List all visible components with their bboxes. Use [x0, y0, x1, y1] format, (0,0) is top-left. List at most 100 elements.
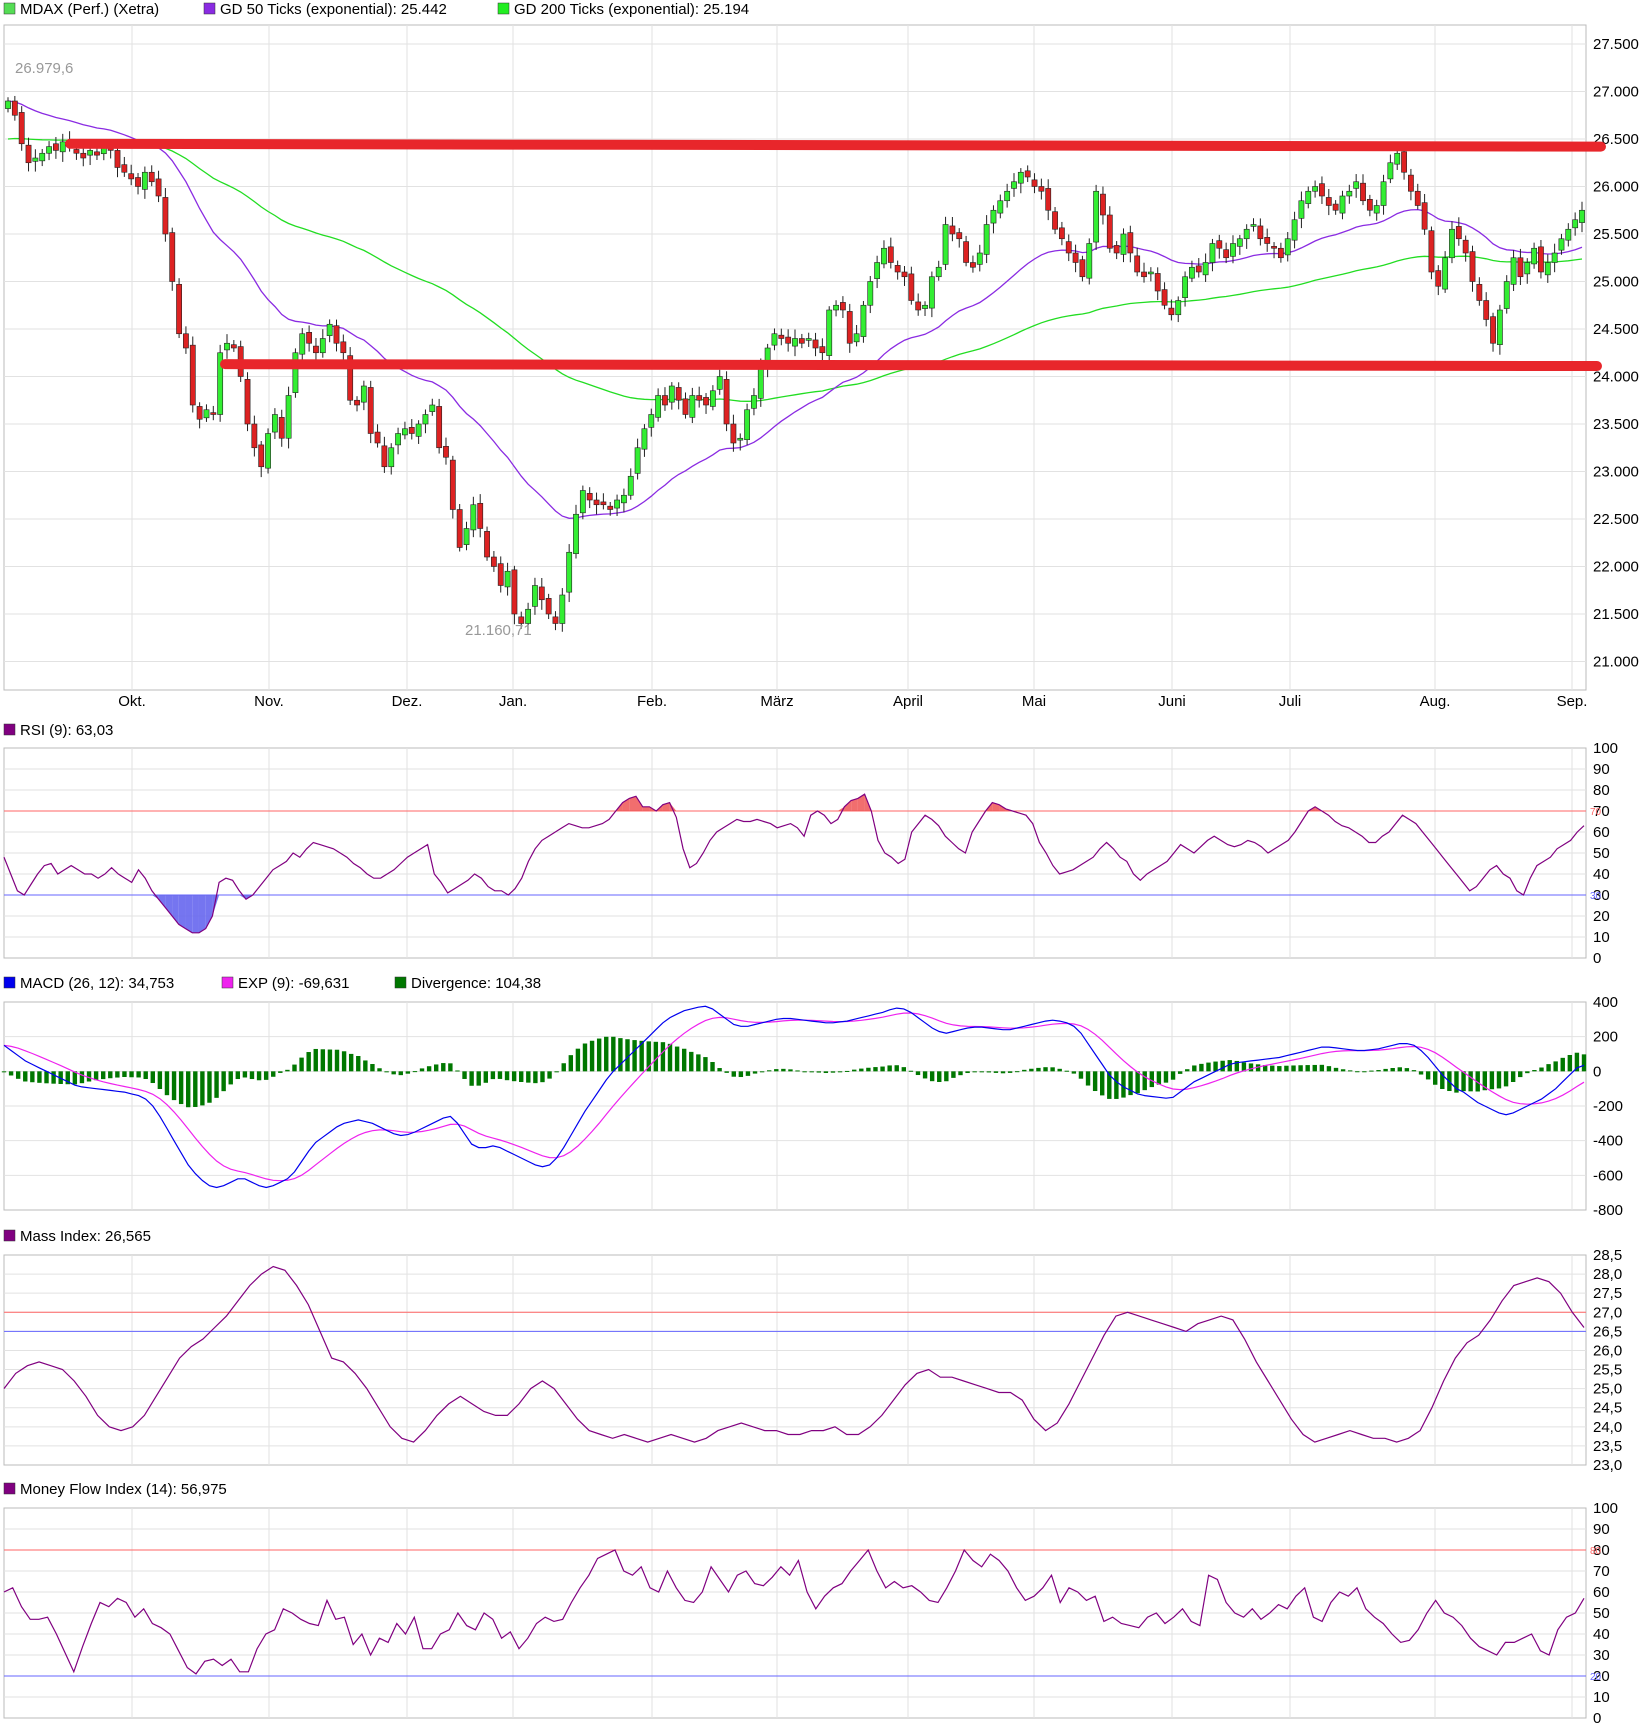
- candle-down: [1045, 188, 1052, 211]
- divergence-bar: [1532, 1070, 1537, 1072]
- divergence-bar: [816, 1071, 821, 1073]
- candle-up: [265, 433, 271, 469]
- y-tick-label: 25,5: [1593, 1362, 1622, 1379]
- candle-down: [1052, 211, 1058, 230]
- divergence-bar: [1362, 1071, 1367, 1073]
- candle-up: [689, 395, 696, 418]
- x-tick-label: Juni: [1158, 693, 1186, 710]
- y-tick-label: 27.000: [1593, 84, 1639, 101]
- divergence-bar: [278, 1071, 283, 1073]
- candle-down: [1428, 230, 1435, 273]
- candle-up: [1346, 190, 1353, 197]
- candle-down: [812, 339, 819, 349]
- y-tick-label: 90: [1593, 761, 1610, 778]
- candle-down: [682, 398, 689, 415]
- y-tick-label: 24.000: [1593, 369, 1639, 386]
- x-tick-label: Aug.: [1420, 693, 1451, 710]
- candle-up: [853, 333, 860, 343]
- candle-down: [703, 397, 709, 406]
- candle-down: [730, 423, 737, 444]
- divergence-bar: [228, 1071, 233, 1085]
- divergence-bar: [1369, 1070, 1374, 1072]
- divergence-bar: [405, 1071, 411, 1074]
- plot-frame: [3, 1254, 1587, 1466]
- divergence-bar: [412, 1071, 418, 1073]
- candle-up: [1503, 281, 1510, 309]
- divergence-bar: [1206, 1062, 1211, 1072]
- candle-down: [778, 334, 785, 339]
- divergence-bar: [207, 1071, 212, 1103]
- candle-down: [251, 423, 258, 449]
- candle-up: [326, 323, 333, 336]
- annotation-low: 21.160,71: [465, 622, 532, 639]
- candle-up: [1120, 233, 1127, 255]
- y-tick-label: 400: [1593, 994, 1618, 1011]
- y-tick-label: 100: [1593, 740, 1618, 757]
- divergence-bar: [426, 1066, 432, 1072]
- divergence-bar: [1347, 1070, 1353, 1072]
- y-tick-label: 10: [1593, 929, 1610, 946]
- divergence-bar: [1468, 1071, 1473, 1092]
- divergence-bar: [1092, 1071, 1098, 1092]
- divergence-bar: [1298, 1065, 1303, 1072]
- y-tick-label: 26.000: [1593, 179, 1639, 196]
- candle-down: [11, 100, 18, 116]
- y-tick-label: -400: [1593, 1133, 1623, 1150]
- candle-down: [1065, 241, 1072, 254]
- divergence-bar: [1185, 1069, 1190, 1072]
- candle-up: [1093, 190, 1100, 243]
- candle-down: [381, 445, 388, 468]
- candle-up: [470, 504, 477, 531]
- candle-down: [1332, 203, 1339, 211]
- y-tick-label: 22.000: [1593, 559, 1639, 576]
- candle-down: [1462, 239, 1469, 254]
- divergence-bar: [951, 1071, 956, 1078]
- divergence-bar: [1078, 1071, 1084, 1079]
- candle-down: [135, 177, 141, 187]
- candle-up: [1373, 205, 1380, 214]
- candle-down: [1271, 246, 1277, 249]
- candle-down: [1414, 190, 1421, 206]
- divergence-bar: [511, 1071, 517, 1082]
- candle-up: [935, 266, 942, 278]
- legend-swatch-mfi: [3, 1482, 16, 1495]
- candle-up: [1565, 228, 1572, 241]
- divergence-bar: [1100, 1071, 1105, 1096]
- candle-up: [573, 513, 579, 554]
- candle-up: [614, 499, 620, 509]
- oversold-fill: [178, 895, 186, 929]
- divergence-bar: [589, 1040, 595, 1072]
- y-tick-label: 40: [1593, 1626, 1610, 1643]
- y-tick-label: 200: [1593, 1029, 1618, 1046]
- candle-down: [306, 332, 313, 344]
- candle-up: [388, 447, 395, 468]
- candle-down: [1421, 202, 1428, 230]
- divergence-bar: [1220, 1060, 1225, 1072]
- divergence-bar: [859, 1068, 864, 1072]
- candle-up: [532, 585, 538, 607]
- y-tick-label: 60: [1593, 824, 1610, 841]
- candle-down: [607, 505, 614, 510]
- candle-up: [928, 276, 935, 309]
- candle-down: [1038, 186, 1045, 192]
- divergence-bar: [1000, 1071, 1006, 1074]
- divergence-bar: [1142, 1071, 1147, 1091]
- candle-down: [1483, 300, 1490, 320]
- divergence-bar: [79, 1071, 85, 1084]
- divergence-bar: [1567, 1054, 1573, 1072]
- candle-down: [1257, 225, 1264, 240]
- candle-up: [463, 528, 470, 545]
- candle-up: [224, 342, 230, 351]
- legend-gd200: GD 200 Ticks (exponential): 25.194: [514, 1, 749, 18]
- divergence-bar: [150, 1071, 155, 1084]
- divergence-bar: [972, 1071, 977, 1073]
- divergence-bar: [433, 1064, 439, 1072]
- candle-up: [1572, 219, 1579, 229]
- divergence-bar: [1546, 1064, 1551, 1072]
- divergence-bar: [256, 1071, 262, 1081]
- candle-up: [709, 390, 716, 407]
- candle-down: [1168, 307, 1175, 316]
- candle-up: [141, 171, 148, 190]
- candle-down: [114, 150, 121, 168]
- divergence-bar: [1213, 1061, 1218, 1072]
